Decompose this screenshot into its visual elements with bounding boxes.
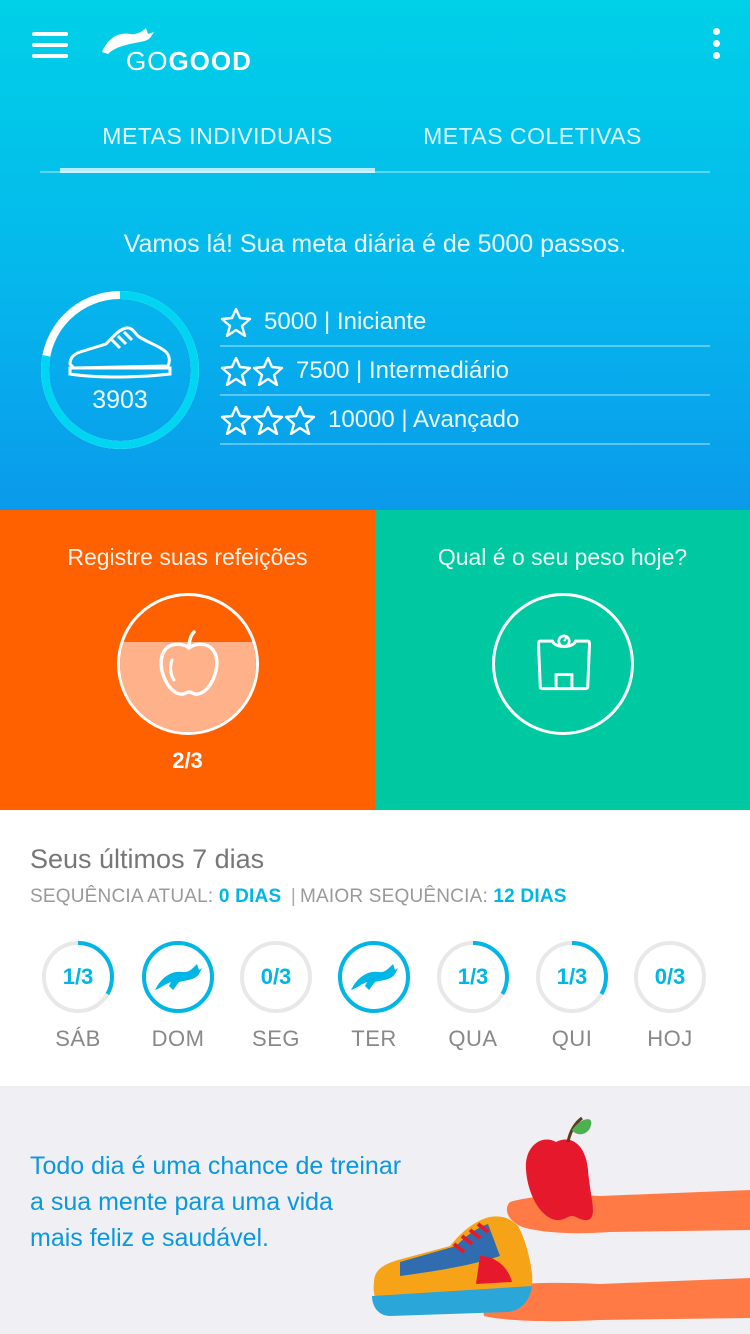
day-item-dom[interactable]: DOM (138, 940, 218, 1052)
day-value: 1/3 (62, 964, 94, 989)
day-value: 0/3 (260, 964, 292, 989)
logo-prefix: GO (126, 46, 169, 76)
level-label: 7500 | Intermediário (296, 356, 510, 384)
last-7-days-section: Seus últimos 7 dias SEQUÊNCIA ATUAL: 0 D… (0, 810, 750, 1086)
star-icon (284, 405, 316, 435)
day-label: QUI (551, 1026, 593, 1051)
meal-log-button[interactable] (117, 593, 259, 735)
day-progress-ring: 0/3 (239, 940, 313, 1014)
star-icon (220, 356, 252, 386)
level-advanced[interactable]: 10000 | Avançado (220, 396, 710, 445)
weight-log-tile[interactable]: Qual é o seu peso hoje? (375, 510, 750, 810)
day-label: SÁB (55, 1026, 101, 1051)
level-label: 10000 | Avançado (328, 405, 520, 433)
meal-log-tile[interactable]: Registre suas refeições 2/3 (0, 510, 375, 810)
streak-summary: SEQUÊNCIA ATUAL: 0 DIAS | MAIOR SEQUÊNCIA… (30, 886, 567, 908)
day-label: DOM (151, 1026, 205, 1051)
day-label: HOJ (647, 1026, 693, 1051)
day-value: 0/3 (654, 964, 686, 989)
day-progress-ring: 1/3 (436, 940, 510, 1014)
goal-header: GOGOOD METAS INDIVIDUAIS METAS COLETIVAS… (0, 0, 750, 510)
best-streak-label: MAIOR SEQUÊNCIA: (299, 886, 488, 907)
scale-icon (537, 634, 591, 691)
current-streak-label: SEQUÊNCIA ATUAL: (30, 886, 214, 907)
gogood-logo: GOGOOD (100, 26, 270, 76)
meal-tile-title: Registre suas refeições (67, 544, 308, 570)
star-icon (220, 405, 252, 435)
logo-suffix: GOOD (168, 46, 252, 76)
weight-log-button[interactable] (492, 593, 634, 735)
day-item-sab[interactable]: 1/3 SÁB (38, 940, 118, 1052)
more-options-icon[interactable] (710, 28, 722, 60)
star-rating (220, 405, 316, 435)
day-item-hoj[interactable]: 0/3 HOJ (630, 940, 710, 1052)
goal-tabs: METAS INDIVIDUAIS METAS COLETIVAS (40, 100, 710, 173)
steps-count: 3903 (92, 386, 148, 414)
hamburger-menu-icon[interactable] (32, 32, 68, 60)
meal-count: 2/3 (172, 748, 203, 773)
best-streak-value: 12 DIAS (493, 886, 567, 907)
day-item-ter[interactable]: TER (334, 940, 414, 1052)
day-progress-ring (141, 940, 215, 1014)
star-rating (220, 307, 252, 337)
weight-tile-title: Qual é o seu peso hoje? (437, 544, 688, 570)
day-progress-ring (337, 940, 411, 1014)
tab-individual-goals[interactable]: METAS INDIVIDUAIS (60, 100, 375, 173)
day-value: 1/3 (457, 964, 489, 989)
level-beginner[interactable]: 5000 | Iniciante (220, 298, 710, 347)
current-streak-value: 0 DIAS (218, 886, 282, 907)
motivational-banner: Todo dia é uma chance de treinar a sua m… (0, 1086, 750, 1334)
streak-separator: | (290, 886, 296, 907)
daily-goal-message: Vamos lá! Sua meta diária é de 5000 pass… (123, 230, 627, 258)
fox-complete-icon (351, 964, 398, 990)
day-label: QUA (448, 1026, 498, 1051)
star-icon (252, 405, 284, 435)
section-title: Seus últimos 7 dias (30, 844, 265, 874)
tab-collective-goals[interactable]: METAS COLETIVAS (375, 100, 690, 171)
day-value: 1/3 (556, 964, 588, 989)
day-item-qui[interactable]: 1/3 QUI (532, 940, 612, 1052)
star-icon (220, 307, 252, 337)
level-intermediate[interactable]: 7500 | Intermediário (220, 347, 710, 396)
star-icon (252, 356, 284, 386)
day-progress-ring: 0/3 (633, 940, 707, 1014)
level-list: 5000 | Iniciante 7500 | Intermediário 10… (220, 298, 710, 445)
day-row: 1/3 SÁB DOM 0/3 SEG TER 1/3 QUA 1/3 QUI (0, 940, 750, 1060)
level-label: 5000 | Iniciante (264, 307, 427, 335)
apple-icon (159, 630, 219, 696)
day-progress-ring: 1/3 (535, 940, 609, 1014)
day-label: SEG (252, 1026, 300, 1051)
steps-progress-ring[interactable]: 3903 (40, 290, 200, 450)
star-rating (220, 356, 284, 386)
day-item-qua[interactable]: 1/3 QUA (433, 940, 513, 1052)
day-progress-ring: 1/3 (41, 940, 115, 1014)
day-label: TER (351, 1026, 397, 1051)
day-item-seg[interactable]: 0/3 SEG (236, 940, 316, 1052)
apple-and-sneaker-illustration (372, 1116, 750, 1322)
sneaker-icon (68, 326, 172, 379)
fox-complete-icon (155, 964, 202, 990)
